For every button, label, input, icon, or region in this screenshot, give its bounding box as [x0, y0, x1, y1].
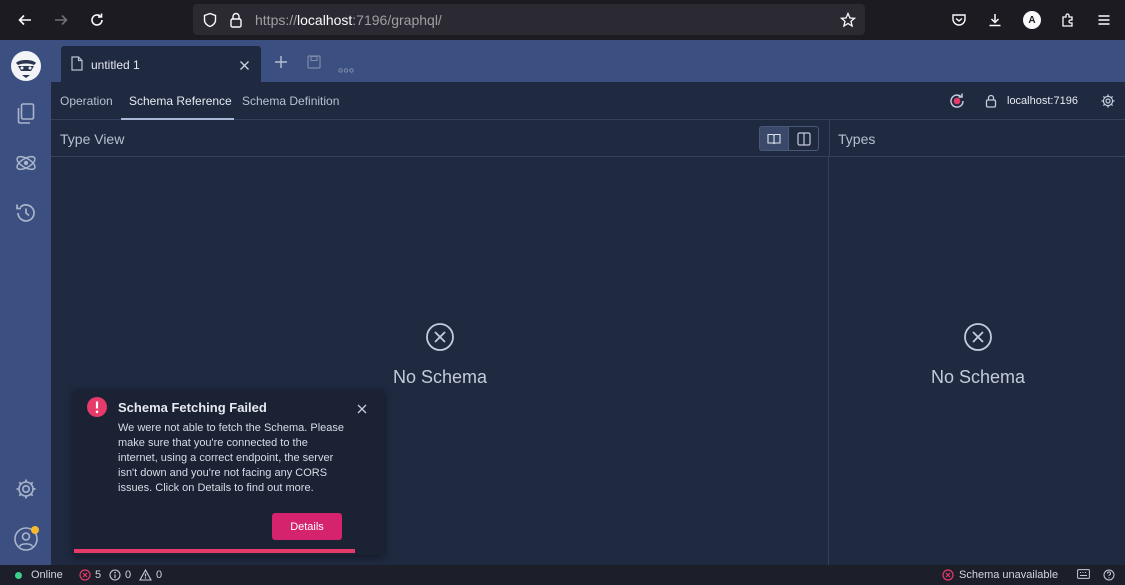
- online-status: Online: [15, 569, 63, 581]
- type-view-empty-text: No Schema: [392, 367, 488, 387]
- warning-count-value: 0: [156, 569, 163, 581]
- url-scheme: https://: [255, 12, 298, 28]
- more-icon[interactable]: [338, 60, 354, 78]
- logo-icon: [10, 50, 42, 82]
- columns-icon: [796, 131, 811, 146]
- address-bar[interactable]: https://localhost:7196/graphql/: [193, 4, 865, 35]
- error-circle-icon: [79, 569, 91, 581]
- reload-button[interactable]: [85, 8, 109, 32]
- lock-icon[interactable]: [228, 11, 244, 28]
- info-count-value: 0: [125, 569, 132, 581]
- account-icon[interactable]: [13, 526, 39, 552]
- endpoint-label[interactable]: localhost:7196: [1007, 95, 1078, 107]
- info-count[interactable]: 0: [109, 569, 131, 581]
- type-view-header: Type View: [51, 120, 829, 157]
- document-tab[interactable]: untitled 1: [61, 46, 261, 82]
- connection-lock-icon: [985, 94, 997, 113]
- reader-view-toggle[interactable]: [759, 126, 789, 151]
- status-bar: Online 5 0 0 Schema unavailable: [0, 565, 1125, 585]
- error-count-value: 5: [95, 569, 102, 581]
- document-tab-strip: untitled 1: [51, 40, 1125, 82]
- toast-message: We were not able to fetch the Schema. Pl…: [118, 422, 345, 494]
- refresh-schema-icon[interactable]: [948, 92, 966, 115]
- connection-settings-icon[interactable]: [1101, 94, 1115, 113]
- types-panel-title: Types: [838, 131, 876, 147]
- url-path: :7196/graphql/: [352, 12, 442, 28]
- split-view-toggle[interactable]: [789, 126, 819, 151]
- url-host: localhost: [297, 12, 353, 28]
- online-label: Online: [31, 569, 63, 581]
- url-text[interactable]: https://localhost:7196/graphql/: [255, 12, 442, 28]
- schema-error-icon: [942, 569, 954, 581]
- types-panel-empty-state: No Schema: [878, 322, 1078, 388]
- documents-icon[interactable]: [13, 100, 39, 126]
- forward-button[interactable]: [49, 8, 73, 32]
- extensions-icon[interactable]: [1059, 11, 1077, 29]
- client-registry-icon[interactable]: [13, 150, 39, 176]
- browser-toolbar: https://localhost:7196/graphql/ A: [0, 0, 1125, 40]
- tab-operation[interactable]: Operation: [60, 94, 113, 108]
- online-dot-icon: [15, 571, 22, 579]
- toast-progress-bar: [74, 549, 355, 553]
- info-icon: [109, 569, 121, 581]
- types-panel-header: Types: [829, 120, 1125, 157]
- arrow-right-icon: [55, 14, 68, 26]
- type-view-empty-state: No Schema: [340, 322, 540, 388]
- help-icon[interactable]: [1103, 569, 1115, 581]
- graphql-ide: untitled 1 Operation Schema Reference Sc…: [0, 40, 1125, 585]
- file-icon: [71, 56, 83, 76]
- error-toast: Schema Fetching Failed We were not able …: [74, 390, 384, 555]
- view-tabs: Operation Schema Reference Schema Defini…: [51, 82, 1125, 120]
- settings-icon[interactable]: [13, 476, 39, 502]
- download-icon[interactable]: [986, 11, 1004, 29]
- menu-icon[interactable]: [1095, 11, 1113, 29]
- close-tab-icon[interactable]: [239, 58, 250, 76]
- tab-schema-definition[interactable]: Schema Definition: [242, 94, 339, 108]
- warning-icon: [139, 569, 152, 581]
- save-icon[interactable]: [307, 55, 321, 74]
- toast-title: Schema Fetching Failed: [118, 400, 267, 415]
- profile-avatar[interactable]: A: [1023, 11, 1041, 29]
- no-schema-icon: [426, 323, 454, 351]
- types-panel-empty-text: No Schema: [930, 367, 1026, 387]
- warning-count[interactable]: 0: [139, 569, 162, 581]
- reload-icon: [91, 13, 103, 26]
- keyboard-icon[interactable]: [1077, 569, 1090, 579]
- type-view-title: Type View: [60, 131, 125, 147]
- document-tab-label: untitled 1: [91, 58, 140, 72]
- left-sidebar: [0, 40, 51, 565]
- no-schema-icon: [964, 323, 992, 351]
- arrow-left-icon: [18, 14, 31, 26]
- schema-status[interactable]: Schema unavailable: [942, 569, 1058, 581]
- error-count[interactable]: 5: [79, 569, 101, 581]
- screen: https://localhost:7196/graphql/ A untitl…: [0, 0, 1125, 585]
- error-icon: [87, 397, 107, 422]
- history-icon[interactable]: [13, 200, 39, 226]
- pocket-icon[interactable]: [950, 11, 968, 29]
- star-icon[interactable]: [839, 11, 857, 29]
- back-button[interactable]: [13, 8, 37, 32]
- panel-divider[interactable]: [828, 157, 829, 565]
- book-icon: [767, 133, 781, 144]
- close-toast-icon[interactable]: [357, 401, 367, 419]
- tab-schema-reference[interactable]: Schema Reference: [129, 94, 232, 108]
- shield-icon[interactable]: [201, 11, 218, 28]
- add-tab-icon[interactable]: [274, 55, 288, 74]
- schema-status-text: Schema unavailable: [959, 569, 1059, 581]
- details-button[interactable]: Details: [272, 513, 342, 540]
